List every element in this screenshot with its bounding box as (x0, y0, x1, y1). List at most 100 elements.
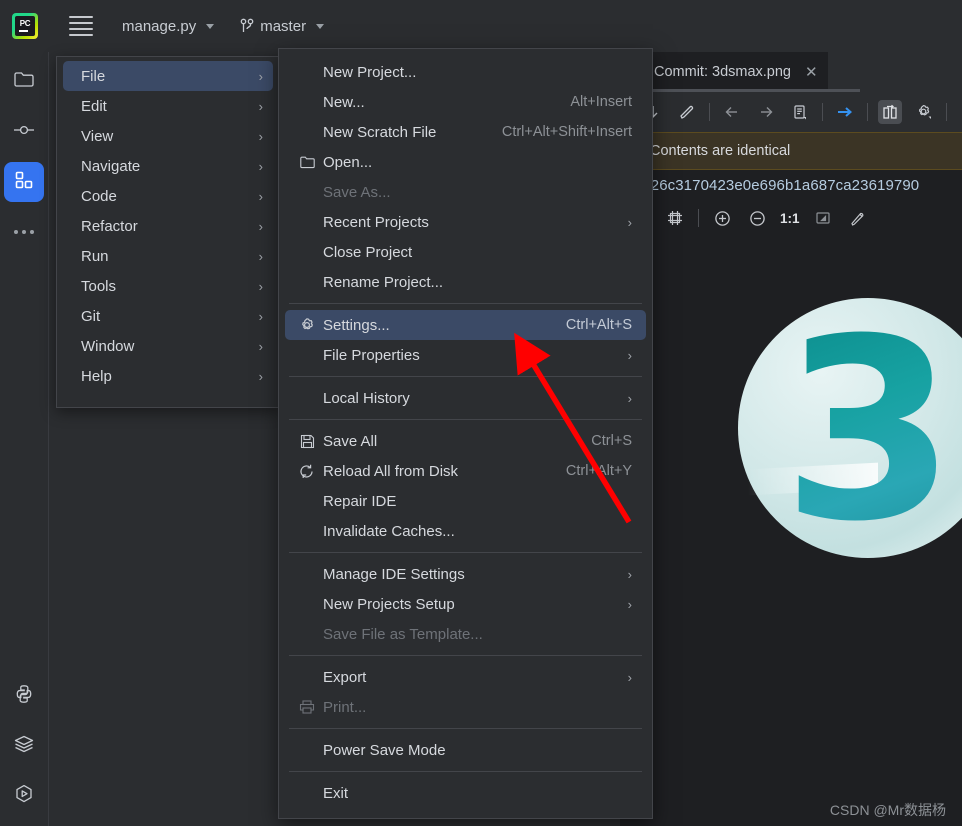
chevron-right-icon: › (258, 158, 263, 174)
menu-item-navigate[interactable]: Navigate › (63, 151, 273, 181)
toolbar-separator (822, 103, 823, 121)
menu-item-edit[interactable]: Edit › (63, 91, 273, 121)
zoom-in-icon[interactable] (710, 206, 734, 230)
menu-item-git[interactable]: Git › (63, 301, 273, 331)
menu-item-run[interactable]: Run › (63, 241, 273, 271)
color-picker-icon[interactable] (846, 206, 870, 230)
menu-item-window[interactable]: Window › (63, 331, 273, 361)
project-selector[interactable]: manage.py (122, 18, 215, 35)
menu-item-label: Tools (81, 277, 117, 295)
sidebar-item-structure[interactable] (4, 162, 44, 202)
save-icon (297, 433, 317, 449)
menu-separator (289, 552, 642, 553)
layers-icon (14, 735, 34, 758)
file-menu-item-new[interactable]: New... Alt+Insert (285, 87, 646, 117)
file-menu-item-shortcut: Ctrl+S (591, 433, 632, 449)
zoom-out-icon[interactable] (745, 206, 769, 230)
file-menu-item-rename-project[interactable]: Rename Project... (285, 267, 646, 297)
menu-item-label: Git (81, 307, 101, 325)
chevron-right-icon: › (258, 188, 263, 204)
accept-right-button[interactable] (833, 100, 857, 124)
sidebar-item-services[interactable] (4, 726, 44, 766)
no-icon (297, 94, 317, 110)
file-menu-item-reload-all-from-disk[interactable]: Reload All from Disk Ctrl+Alt+Y (285, 456, 646, 486)
toolbar-separator (698, 209, 699, 227)
image-viewer-toolbar: 1:1 (620, 200, 962, 236)
no-icon (297, 493, 317, 509)
file-menu-item-settings[interactable]: Settings... Ctrl+Alt+S (285, 310, 646, 340)
tab-scrollbar[interactable] (620, 89, 860, 92)
hamburger-icon[interactable] (66, 11, 96, 41)
file-menu-item-new-projects-setup[interactable]: New Projects Setup › (285, 589, 646, 619)
zoom-level-label: 1:1 (780, 210, 800, 226)
file-menu-item-recent-projects[interactable]: Recent Projects › (285, 207, 646, 237)
chevron-right-icon: › (258, 338, 263, 354)
file-menu-item-shortcut: Ctrl+Alt+Shift+Insert (501, 124, 632, 140)
file-menu-item-new-scratch-file[interactable]: New Scratch File Ctrl+Alt+Shift+Insert (285, 117, 646, 147)
no-icon (297, 390, 317, 406)
preview-image-3dsmax: 3 (738, 298, 962, 558)
no-icon (297, 785, 317, 801)
sidebar-item-python-console[interactable] (4, 676, 44, 716)
compare-mode-button[interactable] (878, 100, 902, 124)
file-menu-item-print: Print... (285, 692, 646, 722)
viewer-mode-button[interactable] (788, 100, 812, 124)
file-menu-item-save-all[interactable]: Save All Ctrl+S (285, 426, 646, 456)
chevron-right-icon: › (627, 214, 632, 230)
menu-item-tools[interactable]: Tools › (63, 271, 273, 301)
menu-item-help[interactable]: Help › (63, 361, 273, 391)
file-menu-item-export[interactable]: Export › (285, 662, 646, 692)
sidebar-item-project[interactable] (4, 62, 44, 102)
menu-separator (289, 728, 642, 729)
no-icon (297, 274, 317, 290)
file-menu-item-invalidate-caches[interactable]: Invalidate Caches... (285, 516, 646, 546)
editor-tab-strip: Commit: 3dsmax.png ✕ (620, 52, 962, 92)
file-menu-item-power-save-mode[interactable]: Power Save Mode (285, 735, 646, 765)
sidebar-item-run[interactable] (4, 776, 44, 816)
menu-item-refactor[interactable]: Refactor › (63, 211, 273, 241)
file-menu-item-label: New... (323, 93, 365, 111)
diff-toolbar (620, 92, 962, 132)
print-icon (297, 699, 317, 715)
file-menu-item-save-as: Save As... (285, 177, 646, 207)
chevron-right-icon: › (258, 248, 263, 264)
file-menu-item-label: Close Project (323, 243, 413, 261)
menu-item-code[interactable]: Code › (63, 181, 273, 211)
chevron-right-icon: › (258, 128, 263, 144)
menu-item-file[interactable]: File › (63, 61, 273, 91)
file-menu-item-label: Save File as Template... (323, 625, 483, 643)
next-button[interactable] (754, 100, 778, 124)
file-menu-item-local-history[interactable]: Local History › (285, 383, 646, 413)
chevron-right-icon: › (258, 278, 263, 294)
file-menu-item-repair-ide[interactable]: Repair IDE (285, 486, 646, 516)
branch-selector[interactable]: master (240, 18, 325, 35)
file-menu-item-file-properties[interactable]: File Properties › (285, 340, 646, 370)
image-preview-canvas[interactable]: 3 CSDN @Mr数据杨 (620, 236, 962, 826)
sidebar-item-commit[interactable] (4, 112, 44, 152)
diff-settings-button[interactable] (912, 100, 936, 124)
folder-icon (14, 71, 34, 93)
file-menu-item-manage-ide-settings[interactable]: Manage IDE Settings › (285, 559, 646, 589)
pycharm-logo-icon: PC (12, 13, 38, 39)
file-menu-item-label: Recent Projects (323, 213, 429, 231)
file-menu-item-exit[interactable]: Exit (285, 778, 646, 808)
file-menu-item-open[interactable]: Open... (285, 147, 646, 177)
frame-icon[interactable] (663, 206, 687, 230)
file-menu-item-new-project[interactable]: New Project... (285, 57, 646, 87)
tool-window-rail (0, 52, 49, 826)
menu-separator (289, 376, 642, 377)
no-icon (297, 596, 317, 612)
menu-item-view[interactable]: View › (63, 121, 273, 151)
file-menu-item-close-project[interactable]: Close Project (285, 237, 646, 267)
fit-to-window-icon[interactable] (811, 206, 835, 230)
close-icon[interactable]: ✕ (805, 63, 818, 81)
sidebar-item-more[interactable] (4, 212, 44, 252)
run-icon (14, 784, 34, 809)
pycharm-logo-text: PC (19, 19, 31, 28)
edit-button[interactable] (675, 100, 699, 124)
file-menu-item-label: Rename Project... (323, 273, 444, 291)
previous-button[interactable] (720, 100, 744, 124)
no-icon (297, 523, 317, 539)
file-menu-item-label: New Project... (323, 63, 417, 81)
menu-item-label: Navigate (81, 157, 141, 175)
